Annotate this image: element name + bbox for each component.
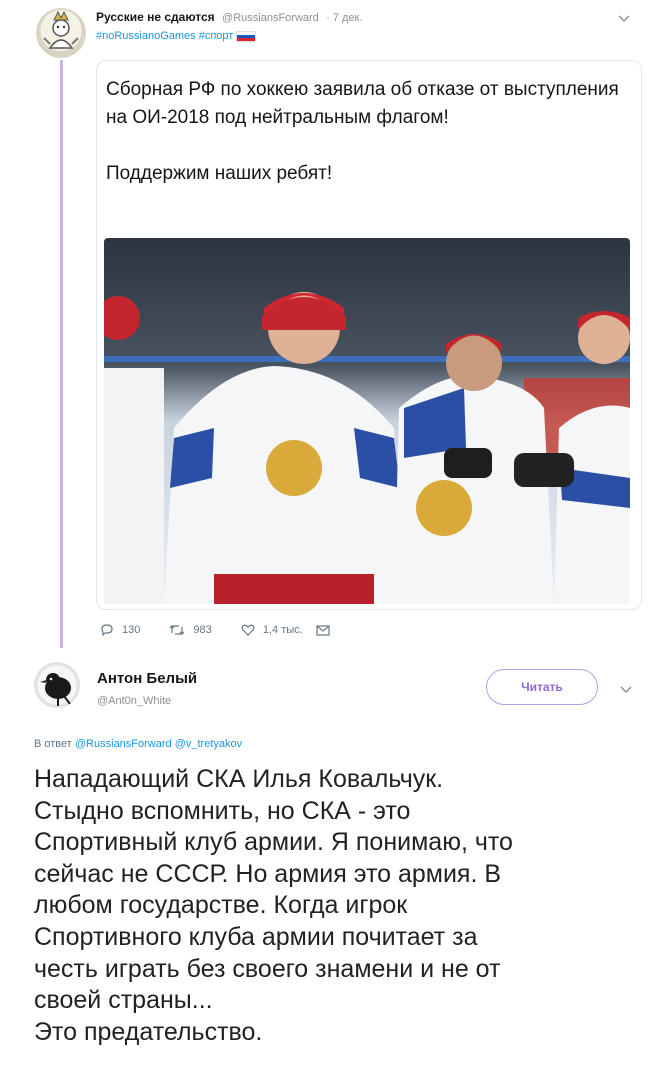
hockey-players-image	[104, 238, 630, 604]
reply-text: Нападающий СКА Илья Ковальчук. Стыдно вс…	[34, 765, 513, 1046]
hashtag-links[interactable]: #noRussianoGames #спорт	[96, 30, 233, 42]
message-action[interactable]	[316, 625, 338, 636]
retweet-action[interactable]: 983	[169, 624, 212, 636]
tweet-photo[interactable]	[104, 238, 630, 604]
reply-author-handle[interactable]: @Ant0n_White	[97, 695, 171, 707]
reply-to-link-2[interactable]: @v_tretyakov	[175, 738, 242, 750]
reply-prefix: В ответ	[34, 738, 72, 750]
tweet-author-handle[interactable]: @RussiansForward	[222, 12, 319, 24]
reply-author-name[interactable]: Антон Белый	[97, 670, 197, 687]
chevron-down-icon[interactable]	[620, 681, 632, 697]
retweet-icon	[169, 625, 185, 635]
tweet-hashtags[interactable]: #noRussianoGames #спорт	[96, 30, 257, 42]
tweet-author-name[interactable]: Русские не сдаются	[96, 10, 215, 24]
like-count: 1,4 тыс.	[262, 624, 303, 636]
chevron-down-icon[interactable]	[618, 10, 630, 26]
message-icon	[316, 625, 330, 636]
thread-line	[60, 60, 63, 648]
retweet-count: 983	[193, 624, 212, 636]
reply-icon	[101, 624, 113, 636]
flag-ru-icon	[236, 30, 257, 42]
reply-action[interactable]: 130	[100, 624, 140, 636]
reply-context: В ответ @RussiansForward @v_tretyakov	[34, 738, 242, 750]
author-avatar[interactable]	[36, 8, 86, 58]
reply-count: 130	[122, 624, 141, 636]
tweet-text: Сборная РФ по хоккею заявила об отказе о…	[106, 79, 619, 184]
tweet-author[interactable]: Русские не сдаются @RussiansForward · 7 …	[96, 10, 362, 24]
follow-button[interactable]: Читать	[486, 669, 598, 705]
tweet-actions: 130 983 1,4 тыс.	[100, 624, 364, 639]
like-icon	[241, 624, 255, 636]
reply-author-avatar[interactable]	[34, 662, 80, 708]
like-action[interactable]: 1,4 тыс.	[241, 624, 303, 636]
reply-to-link-1[interactable]: @RussiansForward	[75, 738, 172, 750]
tweet-time[interactable]: · 7 дек.	[326, 12, 362, 24]
